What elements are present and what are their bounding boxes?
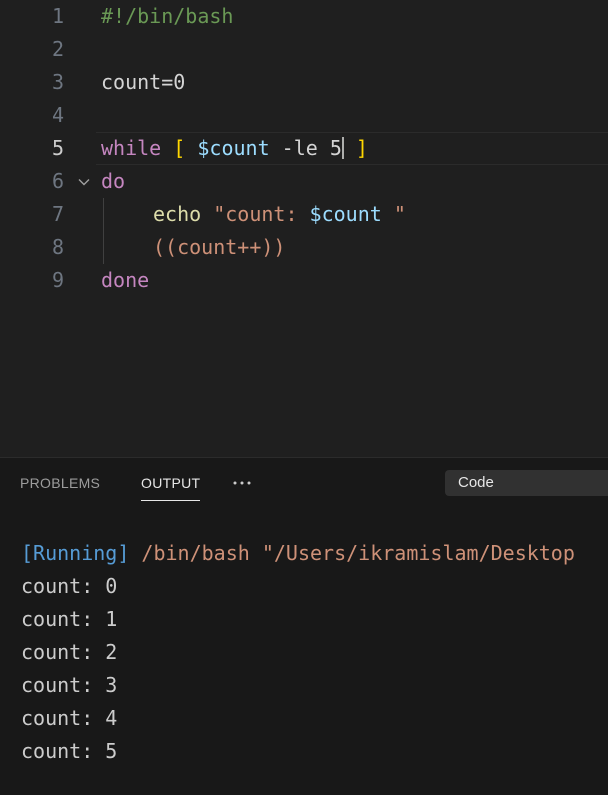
line-number-active: 5 [51,136,64,160]
text-cursor [341,137,344,159]
bracket-open: [ [173,136,186,160]
output-channel-select[interactable]: Code [445,470,608,496]
string-literal-end: " [381,202,406,226]
code-line-done[interactable]: done [101,264,149,297]
builtin-echo: echo [153,202,202,226]
arith-expression: count++ [177,235,262,259]
line-number: 8 [51,235,64,259]
keyword-while: while [101,136,162,160]
output-line: count: 4 [21,706,118,730]
output-line: count: 1 [21,607,118,631]
line-number: 9 [51,268,64,292]
variable-count: $count [197,136,270,160]
code-line-while[interactable]: while [ $count -le 5 ] [101,132,368,165]
variable-count: $count [309,202,382,226]
tab-output[interactable]: OUTPUT [141,458,201,508]
output-running-line: [Running] /bin/bash "/Users/ikramislam/D… [21,537,575,570]
line-number: 4 [51,103,64,127]
code-line-echo[interactable]: echo "count: $count " [153,198,406,231]
bracket-close: ] [355,136,368,160]
output-line: count: 2 [21,640,118,664]
line-number: 7 [51,202,64,226]
code-line-do[interactable]: do [101,165,125,198]
tab-problems[interactable]: PROBLEMS [20,458,100,508]
line-number: 6 [51,169,64,193]
panel-header: PROBLEMS OUTPUT Code [0,458,608,508]
test-operator: -le 5 [281,136,342,160]
code-line-shebang[interactable]: #!/bin/bash [101,0,233,33]
output-line: count: 0 [21,574,118,598]
ellipsis-icon[interactable] [230,458,254,508]
code-line-increment[interactable]: ((count++)) [153,231,285,264]
running-command: /bin/bash "/Users/ikramislam/Desktop [129,541,575,565]
line-number: 3 [51,70,64,94]
string-literal: "count: [213,202,310,226]
code-line-assignment[interactable]: count=0 [101,66,185,99]
output-console[interactable]: [Running] /bin/bash "/Users/ikramislam/D… [0,508,608,795]
output-line: count: 5 [21,739,118,763]
running-tag: [Running] [21,541,130,565]
line-number: 1 [51,4,64,28]
arith-open: (( [153,235,178,259]
fold-chevron-down-icon[interactable] [76,165,92,198]
indent-guide [103,198,104,264]
output-line: count: 3 [21,673,118,697]
line-number: 2 [51,37,64,61]
arith-close: )) [261,235,286,259]
code-editor[interactable]: 1 #!/bin/bash 2 3 count=0 4 5 while [ $c… [0,0,608,457]
